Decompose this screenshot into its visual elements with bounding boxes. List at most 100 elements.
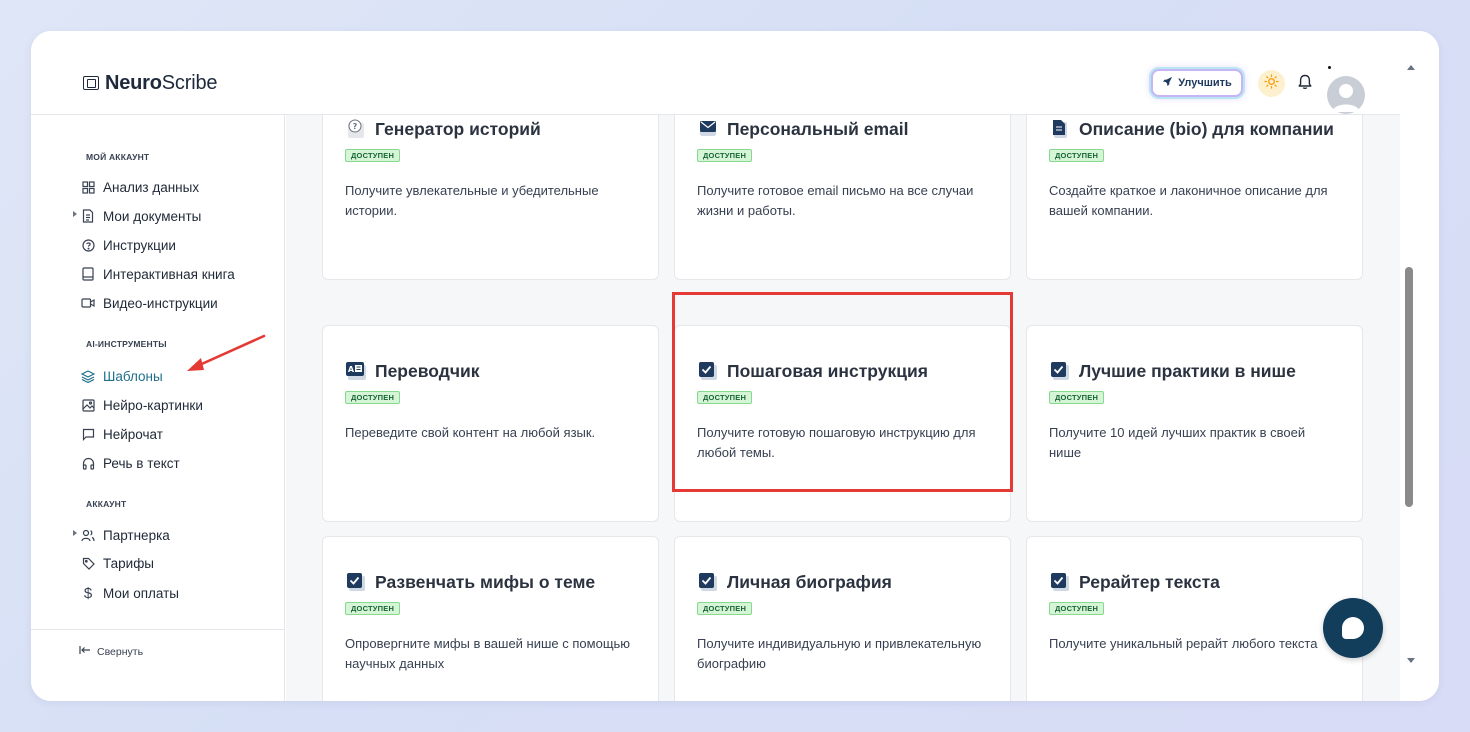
- template-card-translator[interactable]: A Переводчик ДОСТУПЕН Переведите свой ко…: [322, 325, 659, 522]
- dollar-icon: $: [83, 584, 93, 602]
- card-description: Получите готовое email письмо на все слу…: [697, 183, 974, 219]
- collapse-arrow-icon: [79, 645, 91, 658]
- sidebar-item-templates[interactable]: Шаблоны: [81, 366, 163, 386]
- sidebar-item-label: Нейро-картинки: [103, 397, 203, 413]
- status-badge: ДОСТУПЕН: [697, 391, 753, 404]
- card-description: Создайте краткое и лаконичное описание д…: [1049, 183, 1328, 219]
- support-chat-button[interactable]: [1323, 598, 1383, 658]
- card-description: Получите индивидуальную и привлекательну…: [697, 636, 982, 672]
- notification-dot: [1328, 66, 1331, 69]
- collapse-sidebar-button[interactable]: Свернуть: [79, 645, 143, 658]
- sidebar-item-label: Мои документы: [103, 208, 202, 224]
- status-badge: ДОСТУПЕН: [345, 391, 401, 404]
- checkbox-icon: [697, 571, 719, 593]
- card-description: Получите уникальный рерайт любого текста: [1049, 636, 1318, 651]
- sidebar-item-label: Мои оплаты: [103, 585, 179, 601]
- chat-bubble-icon: [1342, 617, 1364, 639]
- card-description: Получите 10 идей лучших практик в своей …: [1049, 425, 1306, 461]
- sidebar-item-analytics[interactable]: Анализ данных: [81, 177, 199, 197]
- svg-text:A: A: [348, 365, 355, 374]
- card-title: Личная биография: [697, 571, 988, 593]
- question-circle-icon: [81, 238, 95, 252]
- sidebar-item-label: Анализ данных: [103, 179, 200, 195]
- status-badge: ДОСТУПЕН: [697, 602, 753, 615]
- card-title: Описание (bio) для компании: [1049, 118, 1340, 140]
- checkbox-icon: [697, 360, 719, 382]
- status-badge: ДОСТУПЕН: [1049, 391, 1105, 404]
- checkbox-icon: [1049, 360, 1071, 382]
- sidebar-item-tariffs[interactable]: Тарифы: [81, 553, 154, 573]
- card-description: Опровергните мифы в вашей нише с помощью…: [345, 636, 631, 672]
- card-title: Пошаговая инструкция: [697, 360, 988, 382]
- grid-icon: [81, 180, 95, 194]
- rocket-icon: [1162, 76, 1173, 90]
- layers-icon: [81, 369, 95, 383]
- template-card-best-practices[interactable]: Лучшие практики в нише ДОСТУПЕН Получите…: [1026, 325, 1363, 522]
- collapse-label: Свернуть: [97, 645, 144, 658]
- sidebar-item-interactive-book[interactable]: Интерактивная книга: [81, 264, 235, 284]
- book-icon: [81, 267, 95, 281]
- logo-text: NeuroScribe: [105, 72, 218, 94]
- scroll-up-icon[interactable]: [1407, 65, 1415, 70]
- sidebar-item-neuro-images[interactable]: Нейро-картинки: [81, 395, 203, 415]
- status-badge: ДОСТУПЕН: [1049, 602, 1105, 615]
- app-window: NeuroScribe Улучшить МОЙ АККАУНТ Анализ …: [31, 31, 1439, 701]
- notifications-button[interactable]: [1293, 72, 1317, 96]
- sidebar-item-label: Нейрочат: [103, 426, 163, 442]
- template-card-debunk-myths[interactable]: Развенчать мифы о теме ДОСТУПЕН Опроверг…: [322, 536, 659, 701]
- sidebar-item-label: Речь в текст: [103, 455, 180, 471]
- card-description: Переведите свой контент на любой язык.: [345, 425, 596, 440]
- template-card-personal-bio[interactable]: Личная биография ДОСТУПЕН Получите индив…: [674, 536, 1011, 701]
- card-title: ? Генератор историй: [345, 118, 636, 140]
- video-icon: [81, 296, 95, 310]
- card-description: Получите готовую пошаговую инструкцию дл…: [697, 425, 976, 461]
- card-title: A Переводчик: [345, 360, 636, 382]
- sidebar-item-video-instructions[interactable]: Видео-инструкции: [81, 293, 218, 313]
- envelope-icon: [697, 118, 719, 140]
- image-icon: [81, 398, 95, 412]
- template-card-personal-email[interactable]: Персональный email ДОСТУПЕН Получите гот…: [674, 115, 1011, 280]
- sidebar-item-label: Видео-инструкции: [103, 295, 218, 311]
- sidebar-item-documents[interactable]: Мои документы: [73, 206, 202, 226]
- question-emoji-icon: ?: [345, 118, 367, 140]
- checkbox-icon: [345, 571, 367, 593]
- page-icon: [1049, 118, 1071, 140]
- top-header: NeuroScribe Улучшить: [31, 31, 1400, 115]
- chat-icon: [81, 427, 95, 441]
- template-card-company-bio[interactable]: Описание (bio) для компании ДОСТУПЕН Соз…: [1026, 115, 1363, 280]
- sidebar-item-speech-to-text[interactable]: Речь в текст: [81, 453, 180, 473]
- avatar[interactable]: [1327, 76, 1365, 114]
- scrollbar-thumb[interactable]: [1405, 267, 1413, 507]
- scrollbar[interactable]: [1400, 31, 1439, 701]
- upgrade-button[interactable]: Улучшить: [1151, 69, 1243, 97]
- annotation-arrow-icon: [187, 334, 266, 371]
- sidebar-item-label: Тарифы: [103, 555, 155, 571]
- sidebar-item-label: Инструкции: [103, 237, 176, 253]
- sidebar-item-label: Шаблоны: [103, 368, 163, 384]
- status-badge: ДОСТУПЕН: [345, 602, 401, 615]
- expand-caret-icon: [73, 530, 77, 536]
- card-title: Персональный email: [697, 118, 988, 140]
- sidebar-section-title: МОЙ АККАУНТ: [86, 152, 150, 162]
- sidebar-item-label: Интерактивная книга: [103, 266, 235, 282]
- card-description: Получите увлекательные и убедительные ис…: [345, 183, 599, 219]
- sidebar-divider: [31, 629, 284, 630]
- theme-toggle-button[interactable]: [1258, 70, 1285, 97]
- svg-text:?: ?: [353, 122, 358, 131]
- template-card-text-rewriter[interactable]: Рерайтер текста ДОСТУПЕН Получите уникал…: [1026, 536, 1363, 701]
- card-title: Рерайтер текста: [1049, 571, 1340, 593]
- headphones-icon: [81, 456, 95, 470]
- sidebar-item-neurochat[interactable]: Нейрочат: [81, 424, 163, 444]
- sidebar-item-payments[interactable]: $ Мои оплаты: [81, 583, 179, 603]
- sidebar-item-partners[interactable]: Партнерка: [73, 525, 170, 545]
- scroll-down-icon[interactable]: [1407, 658, 1415, 663]
- status-badge: ДОСТУПЕН: [1049, 149, 1105, 162]
- template-card-step-by-step[interactable]: Пошаговая инструкция ДОСТУПЕН Получите г…: [674, 325, 1011, 522]
- card-title: Лучшие практики в нише: [1049, 360, 1340, 382]
- upgrade-label: Улучшить: [1178, 77, 1232, 89]
- logo[interactable]: NeuroScribe: [83, 73, 217, 93]
- bell-icon: [1296, 73, 1314, 96]
- template-card-story-generator[interactable]: ? Генератор историй ДОСТУПЕН Получите ув…: [322, 115, 659, 280]
- tag-icon: [81, 556, 95, 570]
- sidebar-item-instructions[interactable]: Инструкции: [81, 235, 176, 255]
